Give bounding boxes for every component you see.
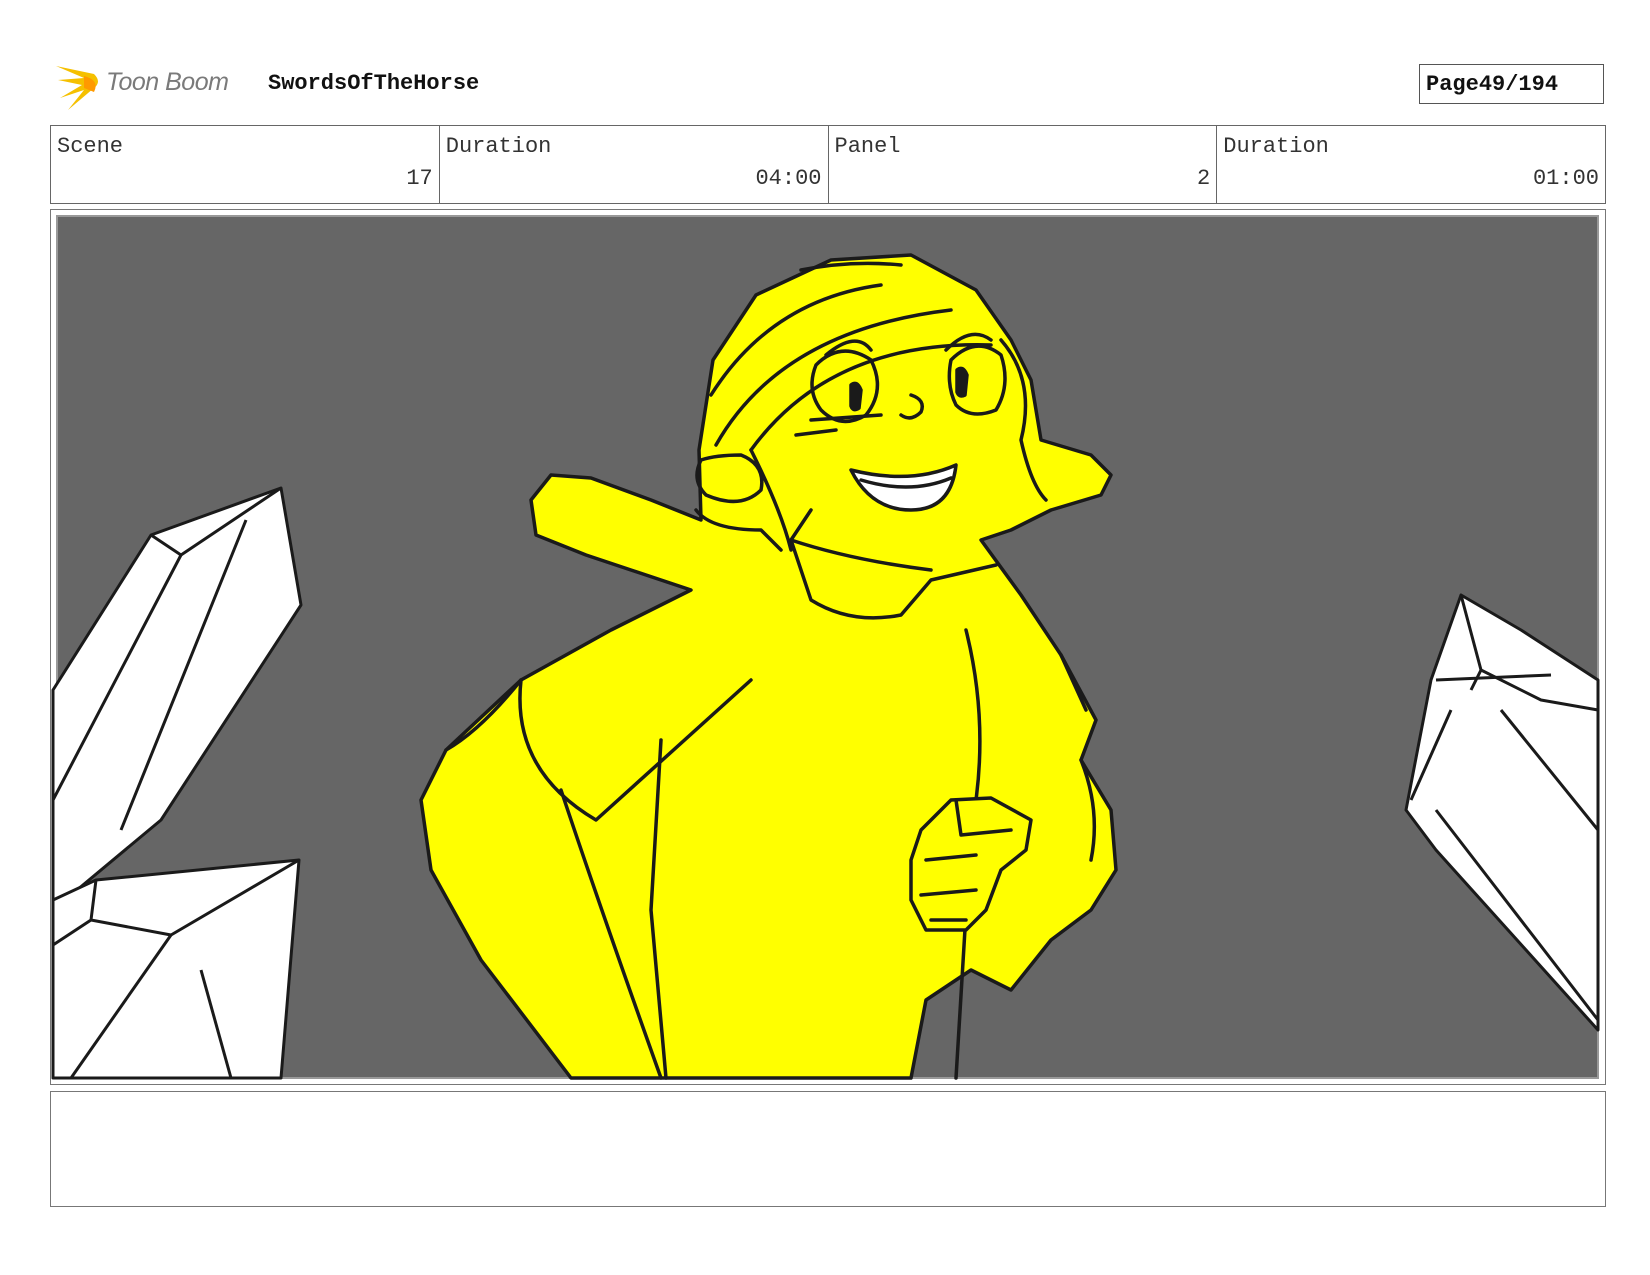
panel-drawing [51,215,1600,1080]
logo-burst-icon [56,66,98,110]
page-value: 49/194 [1478,71,1559,97]
panel-notes-box[interactable] [50,1091,1606,1207]
panel-label: Panel [834,134,901,159]
scene-info-table: Scene 17 Duration 04:00 Panel 2 Duration… [50,125,1606,204]
scene-label: Scene [57,134,124,159]
page-label: Page [1426,71,1479,97]
panel-cell: Panel 2 [827,126,1217,203]
scene-duration-label: Duration [445,134,552,159]
scene-value: 17 [406,166,433,191]
panel-duration-cell: Duration 01:00 [1216,126,1605,203]
toon-boom-logo: Toon Boom [54,58,254,112]
logo-text: Toon Boom [106,68,229,96]
panel-duration-value: 01:00 [1532,166,1599,191]
scene-duration-value: 04:00 [755,166,822,191]
scene-cell: Scene 17 [51,126,439,203]
panel-value: 2 [1197,166,1211,191]
storyboard-panel [50,209,1606,1085]
scene-duration-cell: Duration 04:00 [438,126,828,203]
panel-duration-label: Duration [1223,134,1329,159]
project-title: SwordsOfTheHorse [268,71,480,96]
page-indicator: Page 49/194 [1419,64,1604,104]
